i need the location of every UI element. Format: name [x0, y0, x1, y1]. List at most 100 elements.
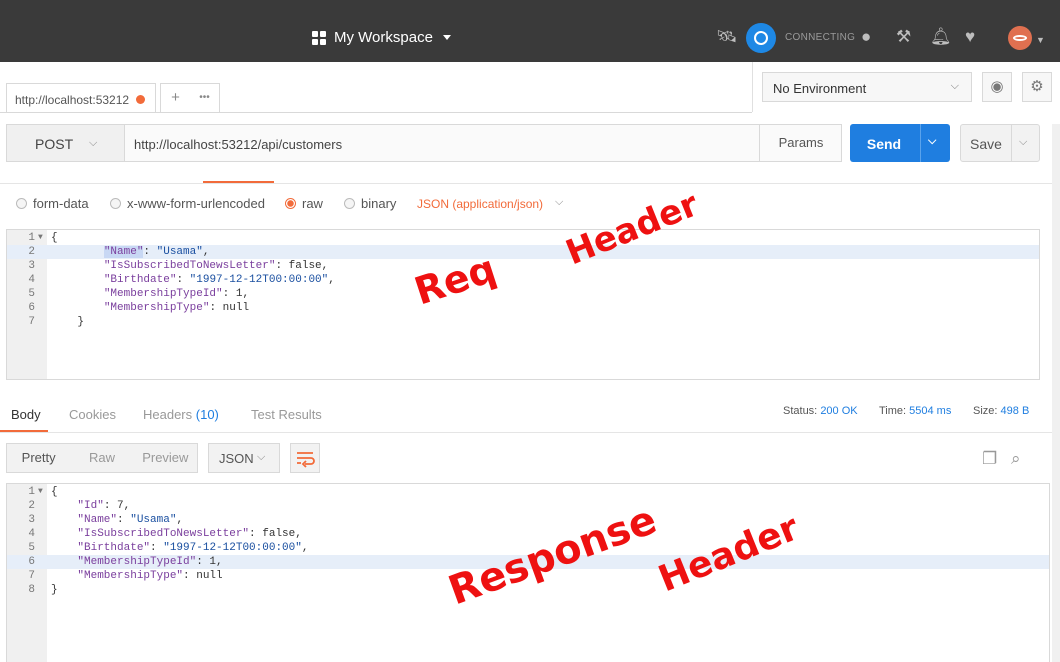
- code-text: {: [51, 486, 58, 498]
- tab-headers-label: Headers: [143, 407, 193, 422]
- search-icon[interactable]: ⌕: [1011, 449, 1021, 469]
- method-label: POST: [35, 136, 74, 152]
- tab-headers[interactable]: Headers (10): [143, 407, 219, 422]
- new-tab-button[interactable]: +: [161, 84, 190, 113]
- tab-cookies[interactable]: Cookies: [69, 407, 116, 422]
- environment-quick-look-button[interactable]: ◉: [982, 72, 1012, 102]
- body-option-binary[interactable]: binary: [344, 196, 396, 211]
- body-option-urlencoded[interactable]: x-www-form-urlencoded: [110, 196, 265, 211]
- line-number: 7: [28, 316, 35, 328]
- line-number: 2: [28, 246, 35, 258]
- chevron-down-icon: [442, 35, 451, 40]
- divider: [920, 124, 921, 162]
- gear-icon: ⚙: [1030, 78, 1044, 95]
- code-text: {: [51, 232, 58, 244]
- content-type-select[interactable]: JSON (application/json): [417, 197, 543, 211]
- url-input[interactable]: http://localhost:53212/api/customers: [134, 137, 342, 152]
- tab-body[interactable]: Body: [11, 407, 41, 422]
- response-body-viewer[interactable]: 1 ▼{2 "Id": 7, 3 "Name": "Usama", 4 "IsSubs…: [6, 483, 1050, 662]
- tab-more-button[interactable]: •••: [190, 84, 219, 113]
- radio-selected-icon: [285, 198, 296, 209]
- bell-icon[interactable]: 🔔︎: [930, 27, 952, 47]
- divider: [752, 62, 753, 112]
- sync-status: CONNECTING: [785, 32, 856, 43]
- option-label: x-www-form-urlencoded: [127, 196, 265, 211]
- request-body-editor[interactable]: 1 ▼{2 "Name": "Usama", 3 "IsSubscribedToNe…: [6, 229, 1040, 380]
- code-text: }: [51, 316, 85, 328]
- request-bar: POST ⌵ http://localhost:53212/api/custom…: [6, 124, 842, 162]
- tab-actions: + •••: [160, 83, 220, 113]
- time-label: Time:: [879, 405, 907, 417]
- avatar-chevron-icon[interactable]: ▼: [1036, 30, 1045, 50]
- copy-icon[interactable]: ❐: [982, 449, 997, 469]
- size-readout: Size: 498 B: [973, 405, 1029, 417]
- workspace-grid-icon: [312, 30, 326, 45]
- save-button[interactable]: Save ⌵: [960, 124, 1040, 162]
- status-readout: Status: 200 OK: [783, 405, 858, 417]
- code-text: "Name": "Usama",: [103, 246, 210, 258]
- save-label: Save: [970, 136, 1002, 152]
- size-label: Size:: [973, 405, 998, 417]
- code-text: "MembershipType": null: [77, 570, 223, 582]
- code-line: 3 "Name": "Usama",: [7, 513, 1049, 527]
- wrap-icon: [297, 452, 315, 468]
- code-text: "Name": "Usama",: [77, 514, 184, 526]
- time-value: 5504 ms: [909, 405, 952, 417]
- format-raw-button[interactable]: Raw: [70, 444, 133, 472]
- code-text: "Birthdate": "1997-12-12T00:00:00",: [103, 274, 335, 286]
- language-label: JSON: [219, 451, 254, 466]
- environment-label: No Environment: [773, 81, 867, 96]
- environment-select[interactable]: No Environment ⌵: [762, 72, 972, 102]
- line-number: 5: [28, 288, 35, 300]
- line-number: 1: [28, 232, 35, 244]
- wrap-lines-button[interactable]: [290, 443, 320, 473]
- eye-icon: ◉: [990, 78, 1004, 95]
- app-header: My Workspace 🛰︎ CONNECTING ● ⚒ 🔔︎ ♥ ▼: [0, 0, 1060, 76]
- body-option-form-data[interactable]: form-data: [16, 196, 89, 211]
- satellite-icon[interactable]: 🛰︎: [716, 27, 738, 47]
- avatar[interactable]: [1008, 26, 1032, 50]
- code-text: "MembershipType": null: [103, 302, 250, 314]
- line-number: 4: [28, 528, 35, 540]
- tab-test-results[interactable]: Test Results: [251, 407, 322, 422]
- params-button[interactable]: Params: [759, 125, 842, 161]
- sync-icon[interactable]: [746, 23, 776, 53]
- line-number: 3: [28, 514, 35, 526]
- scrollbar[interactable]: [1052, 124, 1060, 662]
- heart-icon[interactable]: ♥: [965, 27, 975, 47]
- line-number: 1: [28, 486, 35, 498]
- active-tab-indicator: [0, 430, 48, 432]
- send-options-chevron-icon[interactable]: ⌵: [928, 135, 936, 148]
- globe-icon[interactable]: ●: [861, 27, 871, 47]
- code-text: "IsSubscribedToNewsLetter": false,: [103, 260, 329, 272]
- response-language-select[interactable]: JSON ⌵: [208, 443, 280, 473]
- line-number: 4: [28, 274, 35, 286]
- send-label: Send: [866, 136, 902, 152]
- line-number: 8: [28, 584, 35, 596]
- code-text: "IsSubscribedToNewsLetter": false,: [77, 528, 302, 540]
- chevron-down-icon[interactable]: ⌵: [555, 196, 563, 209]
- divider: [1011, 125, 1012, 161]
- fold-icon[interactable]: ▼: [38, 485, 43, 499]
- size-value: 498 B: [1000, 405, 1030, 417]
- fold-icon[interactable]: ▼: [38, 231, 43, 245]
- workspace-switcher[interactable]: My Workspace: [312, 29, 451, 46]
- format-pretty-button[interactable]: Pretty: [7, 444, 70, 472]
- method-select[interactable]: POST ⌵: [7, 125, 125, 161]
- code-text: "MembershipTypeId": 1,: [77, 556, 223, 568]
- line-number: 3: [28, 260, 35, 272]
- code-line: 1 ▼ {: [7, 231, 1039, 245]
- wrench-icon[interactable]: ⚒: [896, 27, 911, 47]
- code-line: 1 ▼ {: [7, 485, 1049, 499]
- code-line: 7 }: [7, 315, 1039, 329]
- code-line: 2 "Name": "Usama",: [7, 245, 1039, 259]
- send-button[interactable]: Send ⌵: [850, 124, 950, 162]
- code-line: 8}: [7, 583, 1049, 597]
- save-options-chevron-icon[interactable]: ⌵: [1019, 136, 1027, 149]
- format-preview-button[interactable]: Preview: [134, 444, 197, 472]
- body-option-raw[interactable]: raw: [285, 196, 323, 211]
- code-text: "Id": 7,: [77, 500, 131, 512]
- status-label: Status:: [783, 405, 818, 417]
- request-tab[interactable]: http://localhost:53212: [6, 83, 156, 113]
- manage-environments-button[interactable]: ⚙: [1022, 72, 1052, 102]
